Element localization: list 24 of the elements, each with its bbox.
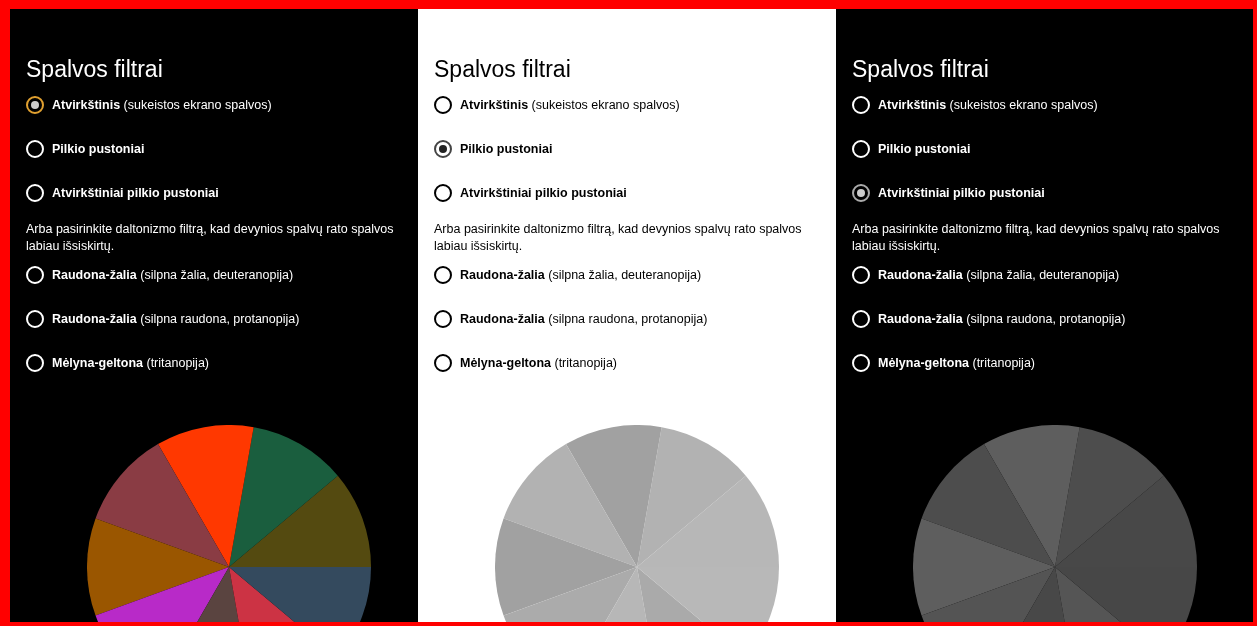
radio-option[interactable]: Mėlyna-geltona (tritanopija)	[852, 353, 1253, 373]
radio-option[interactable]: Atvirkštinis (sukeistos ekrano spalvos)	[852, 95, 1253, 115]
hint-text: Arba pasirinkite daltonizmo filtrą, kad devynios spalvų rato spalvos labiau išsiskirtų.	[434, 221, 803, 255]
radio-option[interactable]: Raudona-žalia (silpna raudona, protanopija)	[434, 309, 836, 329]
radio-option[interactable]: Raudona-žalia (silpna raudona, protanopija)	[26, 309, 418, 329]
page-title: Spalvos filtrai	[852, 55, 990, 83]
radio-option[interactable]: Pilkio pustoniai	[26, 139, 418, 159]
page-title: Spalvos filtrai	[434, 55, 572, 83]
radio-option[interactable]: Pilkio pustoniai	[852, 139, 1253, 159]
radio-option[interactable]: Raudona-žalia (silpna žalia, deuteranopija)	[852, 265, 1253, 285]
page-title: Spalvos filtrai	[26, 55, 164, 83]
radio-option[interactable]: Raudona-žalia (silpna žalia, deuteranopija)	[434, 265, 836, 285]
radio-option[interactable]: Raudona-žalia (silpna raudona, protanopija)	[852, 309, 1253, 329]
radio-option[interactable]: Atvirkštiniai pilkio pustoniai	[852, 183, 1253, 203]
radio-option[interactable]: Mėlyna-geltona (tritanopija)	[434, 353, 836, 373]
radio-option[interactable]: Atvirkštiniai pilkio pustoniai	[26, 183, 418, 203]
hint-text: Arba pasirinkite daltonizmo filtrą, kad devynios spalvų rato spalvos labiau išsiskirtų.	[26, 221, 395, 255]
radio-option[interactable]: Atvirkštinis (sukeistos ekrano spalvos)	[434, 95, 836, 115]
radio-option[interactable]: Raudona-žalia (silpna žalia, deuteranopija)	[26, 265, 418, 285]
radio-option[interactable]: Pilkio pustoniai	[434, 139, 836, 159]
hint-text: Arba pasirinkite daltonizmo filtrą, kad devynios spalvų rato spalvos labiau išsiskirtų.	[852, 221, 1221, 255]
radio-option[interactable]: Mėlyna-geltona (tritanopija)	[26, 353, 418, 373]
radio-option[interactable]: Atvirkštinis (sukeistos ekrano spalvos)	[26, 95, 418, 115]
radio-option[interactable]: Atvirkštiniai pilkio pustoniai	[434, 183, 836, 203]
